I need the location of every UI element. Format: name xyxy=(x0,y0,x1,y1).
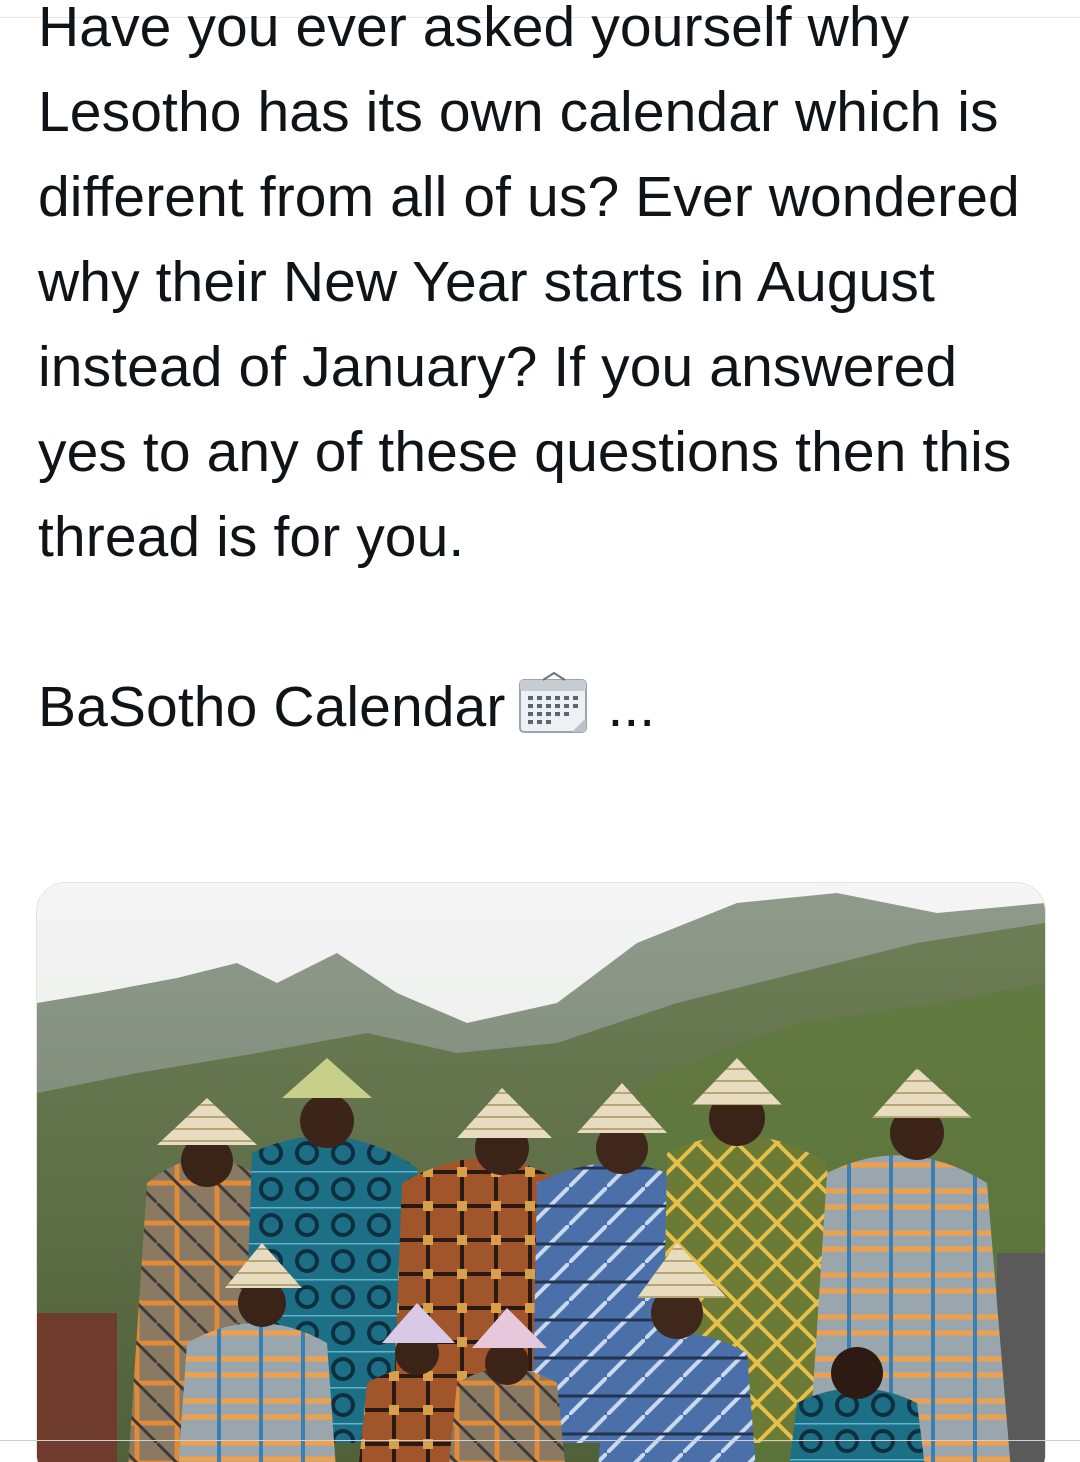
tweet-title-text: BaSotho Calendar xyxy=(38,675,506,739)
tweet-paragraph-title: BaSotho Calendar ... xyxy=(38,665,1048,750)
tweet-body: Have you ever asked yourself why Lesotho… xyxy=(38,0,1048,750)
divider-bottom xyxy=(0,1440,1080,1441)
tweet-paragraph: Have you ever asked yourself why Lesotho… xyxy=(38,0,1020,569)
tweet-photo[interactable] xyxy=(36,882,1046,1462)
calendar-icon xyxy=(517,671,591,736)
truncation-ellipsis: ... xyxy=(607,675,656,739)
photo-group-basotho-blankets xyxy=(37,883,1045,1462)
